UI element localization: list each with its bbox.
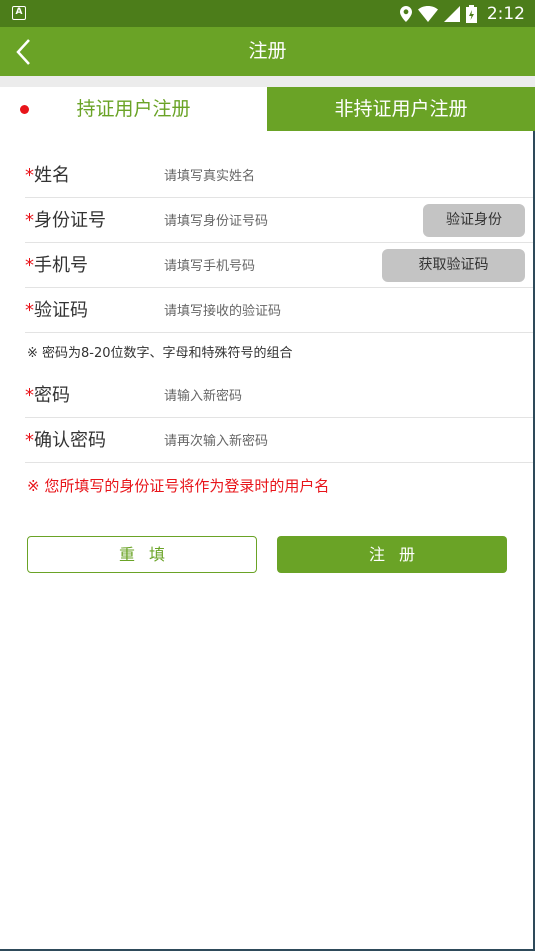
header-divider [0, 76, 535, 87]
toolbar: 注册 [0, 27, 535, 76]
code-label: *验证码 [25, 288, 88, 333]
name-input[interactable] [164, 165, 384, 187]
id-number-label-text: 身份证号 [34, 210, 106, 231]
tab-certified-user[interactable]: 持证用户注册 [0, 87, 267, 131]
code-row: *验证码 [25, 288, 535, 333]
name-row: *姓名 [25, 153, 535, 198]
verify-identity-button[interactable]: 验证身份 [423, 204, 525, 237]
required-mark: * [25, 385, 34, 406]
phone-label: *手机号 [25, 243, 88, 288]
password-label-text: 密码 [34, 385, 70, 406]
required-mark: * [25, 210, 34, 231]
wifi-icon [417, 6, 438, 22]
submit-button[interactable]: 注册 [277, 536, 507, 573]
battery-charging-icon [465, 5, 477, 23]
unread-dot-icon [20, 105, 29, 114]
registration-form: *姓名 *身份证号 验证身份 *手机号 获取验证码 *验证码 [0, 153, 535, 333]
confirm-password-input[interactable] [164, 430, 384, 452]
username-warning: ※ 您所填写的身份证号将作为登录时的用户名 [27, 477, 330, 495]
password-input[interactable] [164, 385, 384, 407]
confirm-password-label-text: 确认密码 [34, 430, 106, 451]
page-title: 注册 [248, 40, 287, 62]
password-form: *密码 *确认密码 [0, 373, 535, 463]
tab-certified-user-label: 持证用户注册 [76, 98, 191, 120]
id-number-row: *身份证号 验证身份 [25, 198, 535, 243]
required-mark: * [25, 165, 34, 186]
status-bar: A 2:12 [0, 0, 535, 27]
phone-input[interactable] [164, 255, 384, 277]
password-row: *密码 [25, 373, 535, 418]
confirm-password-row: *确认密码 [25, 418, 535, 463]
reset-button[interactable]: 重填 [27, 536, 257, 573]
signal-icon [443, 6, 460, 22]
password-hint: ※ 密码为8-20位数字、字母和特殊符号的组合 [27, 346, 293, 361]
tab-non-certified-user[interactable]: 非持证用户注册 [267, 87, 535, 131]
name-label-text: 姓名 [34, 165, 70, 186]
phone-label-text: 手机号 [34, 255, 88, 276]
required-mark: * [25, 300, 34, 321]
name-label: *姓名 [25, 153, 70, 198]
registration-tabs: 持证用户注册 非持证用户注册 [0, 87, 535, 131]
status-time: 2:12 [486, 4, 525, 24]
code-input[interactable] [164, 300, 384, 322]
confirm-password-label: *确认密码 [25, 418, 106, 463]
phone-row: *手机号 获取验证码 [25, 243, 535, 288]
status-icons: 2:12 [399, 3, 525, 25]
location-icon [399, 6, 412, 22]
id-number-input[interactable] [164, 210, 384, 232]
password-label: *密码 [25, 373, 70, 418]
notification-icon: A [12, 6, 26, 20]
back-chevron-icon[interactable] [12, 38, 38, 66]
required-mark: * [25, 255, 34, 276]
id-number-label: *身份证号 [25, 198, 106, 243]
required-mark: * [25, 430, 34, 451]
get-code-button[interactable]: 获取验证码 [382, 249, 525, 282]
tab-non-certified-user-label: 非持证用户注册 [334, 98, 468, 120]
code-label-text: 验证码 [34, 300, 88, 321]
